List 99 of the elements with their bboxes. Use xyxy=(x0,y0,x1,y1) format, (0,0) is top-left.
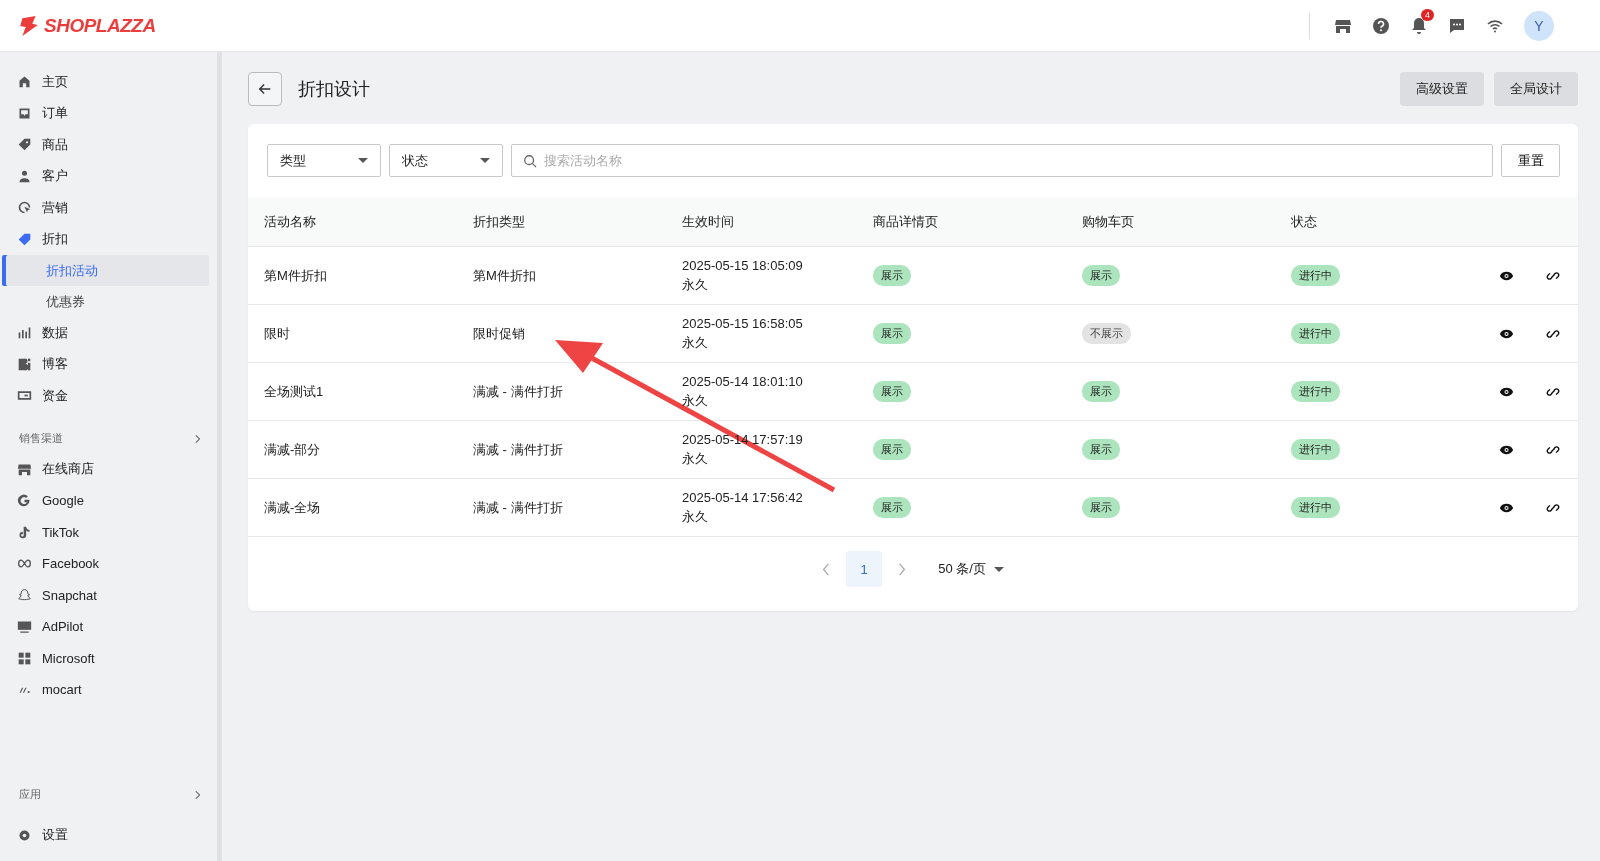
table-cell-text: 2025-05-14 18:01:10 xyxy=(682,373,804,389)
sidebar-item[interactable]: Google xyxy=(6,485,209,517)
status-badge: 展示 xyxy=(1082,439,1120,460)
search-field[interactable]: 搜索活动名称 xyxy=(511,144,1493,177)
sidebar-item[interactable]: AdPilot xyxy=(6,611,209,643)
sidebar-item[interactable]: 博客 xyxy=(6,348,209,380)
table-cell-text: 满减 - 满件打折 xyxy=(473,498,564,517)
sidebar-item[interactable]: 商品 xyxy=(6,129,209,161)
sidebar-item[interactable]: 客户 xyxy=(6,160,209,192)
sidebar-item-icon xyxy=(17,168,32,184)
eye-icon[interactable] xyxy=(1499,270,1514,281)
page-button[interactable]: 1 xyxy=(846,551,883,587)
table-cell-text: 永久 xyxy=(682,333,709,352)
status-badge: 展示 xyxy=(873,439,911,460)
sidebar-item-icon xyxy=(17,587,32,603)
table-cell-text: 满减-部分 xyxy=(264,440,322,459)
sidebar-item-icon xyxy=(17,231,32,247)
sidebar-item-icon xyxy=(17,493,32,509)
table-cell-text: 永久 xyxy=(682,391,709,410)
sidebar-item[interactable]: Facebook xyxy=(6,548,209,580)
sidebar-item-icon xyxy=(17,137,32,153)
table-cell-text: 限时促销 xyxy=(473,324,526,343)
table-cell-text: 2025-05-15 18:05:09 xyxy=(682,257,804,273)
sidebar-item-icon xyxy=(17,650,32,666)
back-button[interactable] xyxy=(248,72,282,106)
sidebar-item-icon xyxy=(17,200,32,216)
table-cell-text: 满减 - 满件打折 xyxy=(473,382,564,401)
sidebar-subitem[interactable]: 优惠券 xyxy=(6,286,209,317)
status-badge: 进行中 xyxy=(1291,381,1340,402)
sidebar-item-icon xyxy=(17,325,32,341)
status-badge: 展示 xyxy=(873,265,911,286)
status-badge: 进行中 xyxy=(1291,439,1340,460)
status-badge: 进行中 xyxy=(1291,323,1340,344)
eye-icon[interactable] xyxy=(1499,444,1514,455)
column-header: 状态 xyxy=(1291,212,1318,231)
status-badge: 展示 xyxy=(873,323,911,344)
eye-icon[interactable] xyxy=(1499,328,1514,339)
sidebar-item[interactable]: 订单 xyxy=(6,97,209,129)
arrow-left-icon xyxy=(257,81,273,97)
eye-icon[interactable] xyxy=(1499,502,1514,513)
table-cell-text: 2025-05-14 17:56:42 xyxy=(682,489,804,505)
header-button[interactable]: 高级设置 xyxy=(1400,72,1484,106)
chevron-right-icon[interactable] xyxy=(195,433,201,444)
table-cell-text: 满减 - 满件打折 xyxy=(473,440,564,459)
chat-icon[interactable] xyxy=(1448,16,1466,35)
header-button[interactable]: 全局设计 xyxy=(1494,72,1578,106)
status-badge: 展示 xyxy=(873,381,911,402)
page-title: 折扣设计 xyxy=(298,78,370,101)
type-dropdown[interactable]: 类型 xyxy=(267,144,381,177)
status-badge: 展示 xyxy=(1082,497,1120,518)
logo-icon xyxy=(18,14,40,37)
table-cell-text: 永久 xyxy=(682,275,709,294)
status-badge: 进行中 xyxy=(1291,265,1340,286)
table-cell-text: 2025-05-15 16:58:05 xyxy=(682,315,804,331)
column-header: 商品详情页 xyxy=(873,212,939,231)
status-badge: 不展示 xyxy=(1082,323,1131,344)
sidebar-item-icon xyxy=(17,524,32,540)
user-avatar[interactable]: Y xyxy=(1524,10,1554,41)
brand-name: SHOPLAZZA xyxy=(44,14,156,37)
sidebar-item-icon xyxy=(17,356,32,372)
status-badge: 展示 xyxy=(1082,265,1120,286)
column-header: 折扣类型 xyxy=(473,212,526,231)
table-cell-text: 第M件折扣 xyxy=(264,266,328,285)
column-header: 生效时间 xyxy=(682,212,735,231)
column-header: 活动名称 xyxy=(264,212,317,231)
table-cell-text: 全场测试1 xyxy=(264,382,325,401)
sidebar-item[interactable]: Snapchat xyxy=(6,579,209,611)
table-cell-text: 第M件折扣 xyxy=(473,266,537,285)
search-icon xyxy=(523,154,537,168)
section-heading: 销售渠道 xyxy=(19,431,63,446)
sidebar-item[interactable]: 设置 xyxy=(6,819,209,851)
status-badge: 展示 xyxy=(1082,381,1120,402)
eye-icon[interactable] xyxy=(1499,386,1514,397)
status-dropdown[interactable]: 状态 xyxy=(389,144,503,177)
sidebar-item-icon xyxy=(17,74,32,90)
help-icon[interactable] xyxy=(1372,16,1390,35)
sidebar-item[interactable]: mocart xyxy=(6,674,209,706)
notification-count: 4 xyxy=(1421,8,1434,21)
sidebar-item[interactable]: 营销 xyxy=(6,192,209,224)
sidebar-item[interactable]: 在线商店 xyxy=(6,453,209,485)
sidebar-item[interactable]: 折扣 xyxy=(6,223,209,255)
table-cell-text: 永久 xyxy=(682,507,709,526)
reset-button[interactable]: 重置 xyxy=(1501,144,1560,177)
column-header: 购物车页 xyxy=(1082,212,1135,231)
sidebar-item[interactable]: 数据 xyxy=(6,317,209,349)
page-size-dropdown[interactable]: 50 条/页 xyxy=(938,560,1004,578)
table-cell-text: 永久 xyxy=(682,449,709,468)
status-badge: 展示 xyxy=(873,497,911,518)
sidebar-item-icon xyxy=(17,619,32,635)
sidebar-item[interactable]: 资金 xyxy=(6,380,209,412)
status-badge: 进行中 xyxy=(1291,497,1340,518)
table-cell-text: 限时 xyxy=(264,324,291,343)
sidebar-item[interactable]: Microsoft xyxy=(6,642,209,674)
chevron-right-icon[interactable] xyxy=(195,789,201,800)
sidebar-item[interactable]: 主页 xyxy=(6,66,209,98)
table-cell-text: 满减-全场 xyxy=(264,498,322,517)
bell-icon[interactable] xyxy=(1410,16,1428,35)
section-heading: 应用 xyxy=(19,787,41,802)
sidebar-item[interactable]: TikTok xyxy=(6,516,209,548)
